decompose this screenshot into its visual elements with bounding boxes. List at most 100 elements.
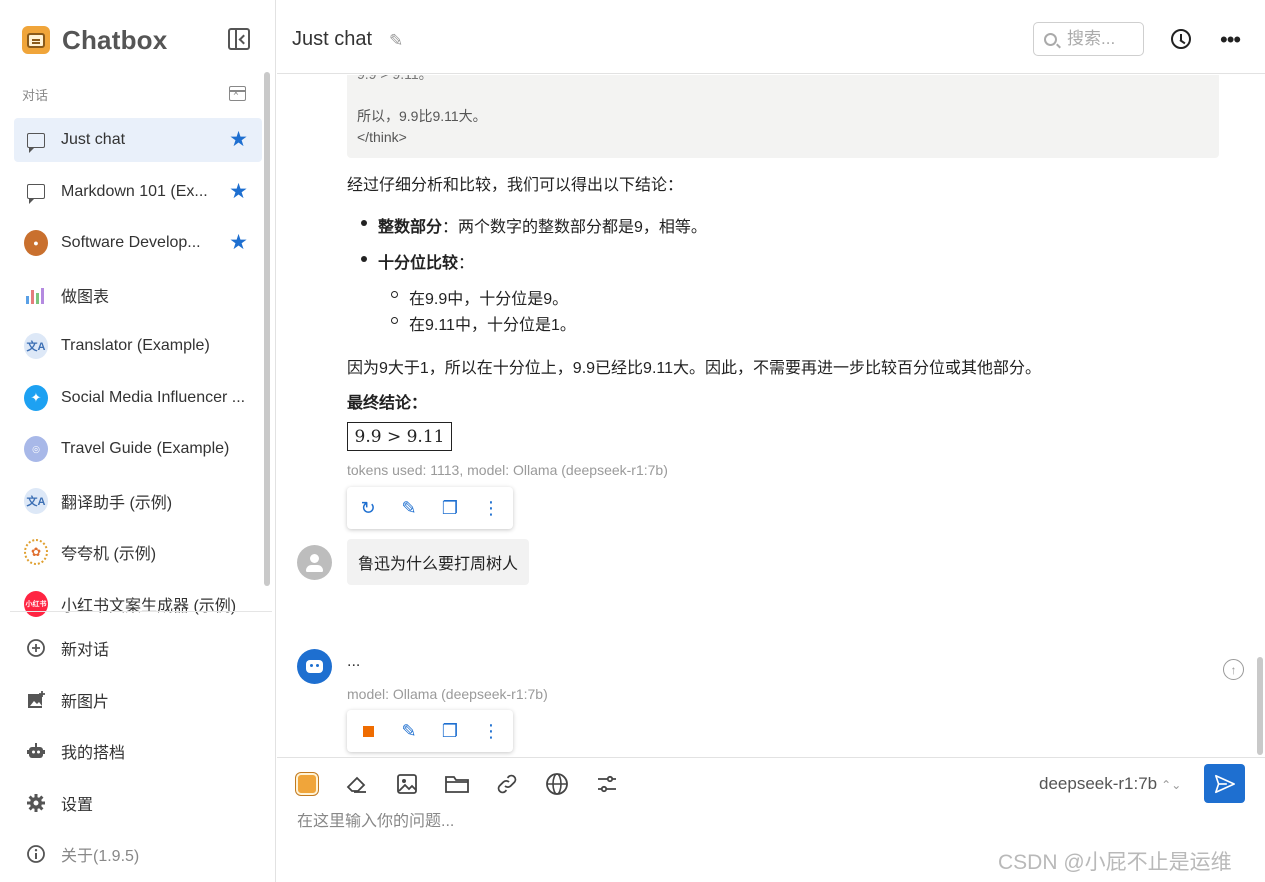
copy-icon[interactable]: ❐ (439, 720, 461, 742)
send-icon (1214, 774, 1235, 793)
conversation-item-travel-guide[interactable]: ◎ Travel Guide (Example) (14, 427, 262, 471)
user-avatar (297, 545, 332, 580)
conversation-item-just-chat[interactable]: Just chat ★ (14, 118, 262, 162)
chatbox-logo-icon[interactable] (294, 771, 320, 797)
flower-avatar-icon: ✿ (24, 539, 48, 565)
history-icon[interactable] (1171, 29, 1191, 49)
conversation-label: Markdown 101 (Ex... (61, 182, 208, 200)
more-horizontal-icon[interactable]: ••• (1220, 27, 1241, 53)
conclusion-label: 最终结论： (347, 395, 428, 412)
sub-bullet-ring (391, 317, 398, 324)
edit-icon[interactable]: ✎ (398, 720, 420, 742)
conversation-item-markdown[interactable]: Markdown 101 (Ex... ★ (14, 170, 262, 214)
conversation-list: Just chat ★ Markdown 101 (Ex... ★ ● Soft… (14, 118, 262, 633)
new-image-button[interactable]: 新图片 (26, 681, 266, 719)
edit-icon[interactable]: ✎ (398, 497, 420, 519)
conversation-item-social-media[interactable]: ✦ Social Media Influencer ... (14, 376, 262, 420)
sub-bullet-1: 在9.9中，十分位是9。 (409, 291, 569, 308)
model-selector[interactable]: deepseek-r1:7b ⌃⌄ (1039, 774, 1181, 794)
answer-reasoning: 因为9大于1，所以在十分位上，9.9已经比9.11大。因此，不需要再进一步比较百… (347, 360, 1041, 377)
star-icon[interactable]: ★ (229, 129, 248, 150)
translator-avatar-icon: 文A (24, 333, 48, 359)
conversation-label: Travel Guide (Example) (61, 440, 230, 457)
twitter-avatar-icon: ✦ (24, 384, 48, 411)
bullet-integer-part: 整数部分：两个数字的整数部分都是9，相等。 (378, 213, 707, 237)
info-icon (26, 844, 46, 864)
search-input[interactable] (1067, 29, 1137, 49)
link-icon[interactable] (494, 771, 520, 797)
search-box[interactable] (1033, 22, 1144, 56)
sliders-icon[interactable] (594, 771, 620, 797)
conversation-label: Just chat (61, 131, 126, 148)
new-chat-button[interactable]: 新对话 (26, 629, 266, 667)
conversation-label: Software Develop... (61, 234, 201, 251)
stop-icon[interactable] (357, 720, 379, 742)
conversation-item-translator[interactable]: 文A Translator (Example) (14, 324, 262, 368)
user-message-bubble: 鲁迅为什么要打周树人 (347, 539, 530, 585)
developer-avatar-icon: ● (24, 230, 48, 256)
conversations-section-label: 对话 (22, 88, 49, 103)
message-toolbar: ↻ ✎ ❐ ⋮ (347, 487, 513, 529)
conversation-item-translation-assistant[interactable]: 文A 翻译助手 (示例) (14, 479, 262, 523)
conclusion-math-box: 9.9 > 9.11 (347, 422, 452, 451)
more-vertical-icon[interactable]: ⋮ (480, 720, 502, 742)
collapse-sidebar-icon[interactable] (228, 28, 250, 50)
scroll-to-top-icon[interactable]: ↑ (1223, 659, 1244, 680)
chat-bubble-icon (24, 128, 48, 153)
sub-bullet-ring (391, 291, 398, 298)
conversation-item-software-developer[interactable]: ● Software Develop... ★ (14, 221, 262, 265)
message-meta: model: Ollama (deepseek-r1:7b) (347, 686, 548, 702)
conversation-label: 夸夸机 (示例) (61, 546, 157, 563)
folder-icon[interactable] (444, 771, 470, 797)
conversation-item-praise-bot[interactable]: ✿ 夸夸机 (示例) (14, 530, 262, 574)
add-image-icon (26, 690, 46, 710)
clear-conversations-icon[interactable] (229, 86, 246, 101)
conversation-label: 翻译助手 (示例) (61, 494, 173, 512)
star-icon[interactable]: ★ (229, 232, 248, 253)
travel-avatar-icon: ◎ (24, 436, 48, 462)
conversation-item-chart[interactable]: 做图表 (14, 273, 262, 317)
settings-label: 设置 (61, 796, 94, 814)
conversation-item-xiaohongshu[interactable]: 小红书 小红书文案生成器 (示例) (14, 582, 262, 626)
conversation-label: Social Media Influencer ... (61, 388, 246, 406)
think-partial-line: 9.9 > 9.11。 (357, 75, 433, 84)
send-button[interactable] (1204, 764, 1245, 803)
message-input[interactable] (297, 813, 1177, 831)
bot-avatar (297, 649, 332, 684)
watermark: CSDN @小屁不止是运维 (998, 851, 1232, 874)
about-label: 关于(1.9.5) (61, 848, 140, 865)
sidebar-scrollbar[interactable] (264, 72, 270, 586)
think-close-tag: </think> (357, 129, 407, 145)
robot-icon (26, 741, 46, 761)
content-scrollbar[interactable] (1257, 657, 1263, 755)
pencil-icon[interactable]: ✎ (389, 31, 403, 51)
regenerate-icon[interactable]: ↻ (357, 497, 379, 519)
bullet-bold: 十分位比较 (378, 255, 459, 272)
add-circle-icon (26, 638, 46, 658)
sidebar-bottom-menu: 新对话 新图片 我的搭档 设置 关于(1.9.5) (26, 629, 266, 882)
bullet-text: ：两个数字的整数部分都是9，相等。 (442, 219, 707, 236)
sub-bullet-2: 在9.11中，十分位是1。 (409, 317, 576, 334)
sidebar-divider (10, 611, 272, 612)
think-code-block: 9.9 > 9.11。 所以，9.9比9.11大。 </think> (347, 75, 1219, 158)
message-toolbar: ✎ ❐ ⋮ (347, 710, 513, 752)
new-chat-label: 新对话 (61, 642, 110, 659)
conversation-label: Translator (Example) (61, 337, 210, 354)
chat-header: Just chat ✎ ••• (277, 0, 1265, 74)
think-line: 所以，9.9比9.11大。 (357, 108, 487, 124)
bullet-tenths-compare: 十分位比较： (378, 249, 474, 273)
globe-icon[interactable] (544, 771, 570, 797)
chat-title: Just chat (292, 28, 373, 50)
chevron-updown-icon: ⌃⌄ (1161, 778, 1182, 792)
conversation-label: 做图表 (61, 288, 110, 306)
bullet-text: ： (458, 255, 475, 272)
about-button[interactable]: 关于(1.9.5) (26, 835, 266, 873)
eraser-icon[interactable] (344, 771, 370, 797)
copy-icon[interactable]: ❐ (439, 497, 461, 519)
answer-intro: 经过仔细分析和比较，我们可以得出以下结论： (347, 177, 684, 194)
star-icon[interactable]: ★ (229, 181, 248, 202)
image-icon[interactable] (394, 771, 420, 797)
my-partner-button[interactable]: 我的搭档 (26, 732, 266, 770)
more-vertical-icon[interactable]: ⋮ (480, 497, 502, 519)
settings-button[interactable]: 设置 (26, 784, 266, 822)
